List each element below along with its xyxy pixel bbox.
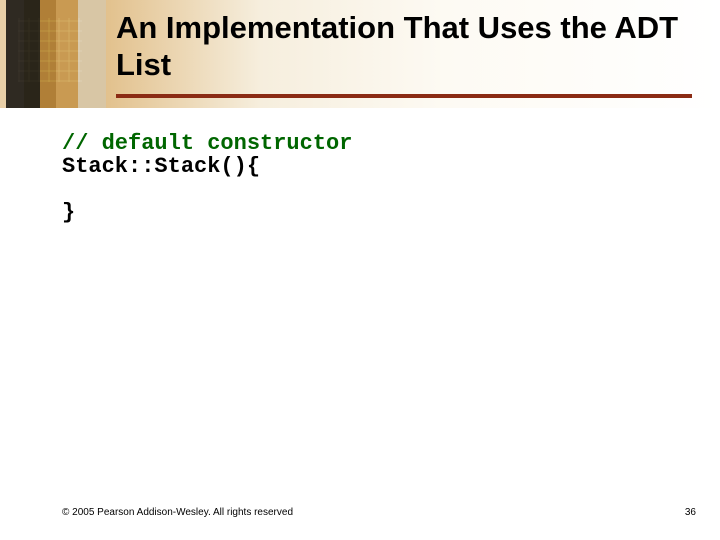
header-book-image: [0, 0, 106, 108]
code-line: }: [62, 200, 75, 225]
footer-copyright: © 2005 Pearson Addison-Wesley. All right…: [62, 507, 293, 518]
title-underline: [116, 94, 692, 98]
slide-title: An Implementation That Uses the ADT List: [116, 10, 704, 83]
header-band: An Implementation That Uses the ADT List: [0, 0, 720, 110]
code-line: Stack::Stack(){: [62, 154, 260, 179]
code-block: // default constructor Stack::Stack(){ }: [62, 132, 352, 224]
slide: An Implementation That Uses the ADT List…: [0, 0, 720, 540]
code-comment: // default constructor: [62, 131, 352, 156]
footer-page-number: 36: [685, 507, 696, 518]
